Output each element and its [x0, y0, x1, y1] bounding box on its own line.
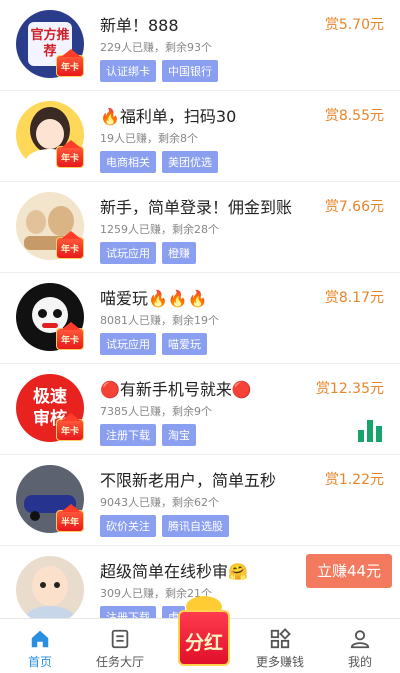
chart-icon[interactable] — [358, 420, 382, 442]
home-icon — [31, 630, 49, 648]
task-tag: 砍价关注 — [100, 515, 156, 537]
task-tag: 喵爱玩 — [162, 333, 207, 355]
task-reward: 赏5.70元 — [324, 17, 384, 33]
task-title: 新单！888 — [100, 16, 179, 35]
task-meta: 7385人已赚，剩余9个 — [100, 405, 212, 418]
task-tag: 试玩应用 — [100, 242, 156, 264]
task-meta: 19人已赚，剩余8个 — [100, 132, 198, 145]
tab-label: 首页 — [27, 655, 52, 669]
tab-task-hall[interactable]: 任务大厅 — [80, 619, 160, 673]
task-tag: 电商相关 — [100, 151, 156, 173]
task-item[interactable]: 年卡 新手，简单登录！佣金到账 1259人已赚，剩余28个 试玩应用 橙赚 赏7… — [0, 182, 400, 273]
task-title: 喵爱玩🔥🔥🔥 — [100, 289, 208, 308]
task-reward: 赏8.17元 — [324, 290, 384, 306]
task-meta: 1259人已赚，剩余28个 — [100, 223, 219, 236]
tab-label: 我的 — [347, 655, 372, 669]
tab-profile[interactable]: 我的 — [320, 619, 400, 673]
task-tag: 橙赚 — [162, 242, 196, 264]
tab-label: 任务大厅 — [95, 655, 144, 669]
task-item[interactable]: 极速审核 年卡 🔴有新手机号就来🔴 7385人已赚，剩余9个 注册下载 淘宝 赏… — [0, 364, 400, 455]
task-title: 不限新老用户，简单五秒 — [100, 471, 277, 490]
task-reward: 赏8.55元 — [324, 108, 384, 124]
task-tag: 腾讯自选股 — [162, 515, 229, 537]
task-reward: 赏7.66元 — [324, 199, 384, 215]
task-list: 官方推荐 年卡 新单！888 229人已赚，剩余93个 认证绑卡 中国银行 赏5… — [0, 0, 400, 618]
task-avatar — [16, 556, 84, 618]
fenhong-red-envelope[interactable]: 分红 — [174, 596, 234, 670]
membership-badge: 年卡 — [56, 413, 84, 441]
earn-now-button[interactable]: 立赚44元 — [306, 554, 392, 588]
task-meta: 9043人已赚，剩余62个 — [100, 496, 219, 509]
task-tag: 试玩应用 — [100, 333, 156, 355]
membership-badge: 年卡 — [56, 49, 84, 77]
task-title: 新手，简单登录！佣金到账 — [100, 198, 293, 217]
task-tag: 认证绑卡 — [100, 60, 156, 82]
task-title: 超级简单在线秒审🤗 — [100, 562, 248, 581]
task-tag: 淘宝 — [162, 424, 196, 446]
membership-badge: 年卡 — [56, 322, 84, 350]
user-icon — [350, 630, 370, 649]
apps-grid-icon — [270, 628, 291, 649]
task-item[interactable]: 年卡 喵爱玩🔥🔥🔥 8081人已赚，剩余19个 试玩应用 喵爱玩 赏8.17元 — [0, 273, 400, 364]
task-list-icon — [111, 629, 129, 649]
task-reward: 赏12.35元 — [315, 381, 384, 397]
fenhong-label: 分红 — [184, 632, 223, 654]
membership-badge: 年卡 — [56, 140, 84, 168]
task-meta: 229人已赚，剩余93个 — [100, 41, 212, 54]
task-item[interactable]: 官方推荐 年卡 新单！888 229人已赚，剩余93个 认证绑卡 中国银行 赏5… — [0, 0, 400, 91]
task-reward: 赏1.22元 — [324, 472, 384, 488]
task-title: 🔴有新手机号就来🔴 — [100, 380, 252, 399]
task-item[interactable]: 半年 不限新老用户，简单五秒 9043人已赚，剩余62个 砍价关注 腾讯自选股 … — [0, 455, 400, 546]
membership-badge: 年卡 — [56, 231, 84, 259]
task-tag: 中国银行 — [162, 60, 218, 82]
membership-badge: 半年 — [56, 504, 84, 532]
tab-more-earn[interactable]: 更多赚钱 — [240, 619, 320, 673]
task-item[interactable]: 年卡 🔥福利单，扫码30 19人已赚，剩余8个 电商相关 美团优选 赏8.55元 — [0, 91, 400, 182]
task-tag: 美团优选 — [162, 151, 218, 173]
task-tag: 注册下载 — [100, 424, 156, 446]
task-title: 🔥福利单，扫码30 — [100, 107, 237, 126]
task-meta: 8081人已赚，剩余19个 — [100, 314, 219, 327]
tab-label: 更多赚钱 — [255, 655, 304, 669]
tab-home[interactable]: 首页 — [0, 619, 80, 673]
task-tag: 注册下载 — [100, 606, 156, 618]
